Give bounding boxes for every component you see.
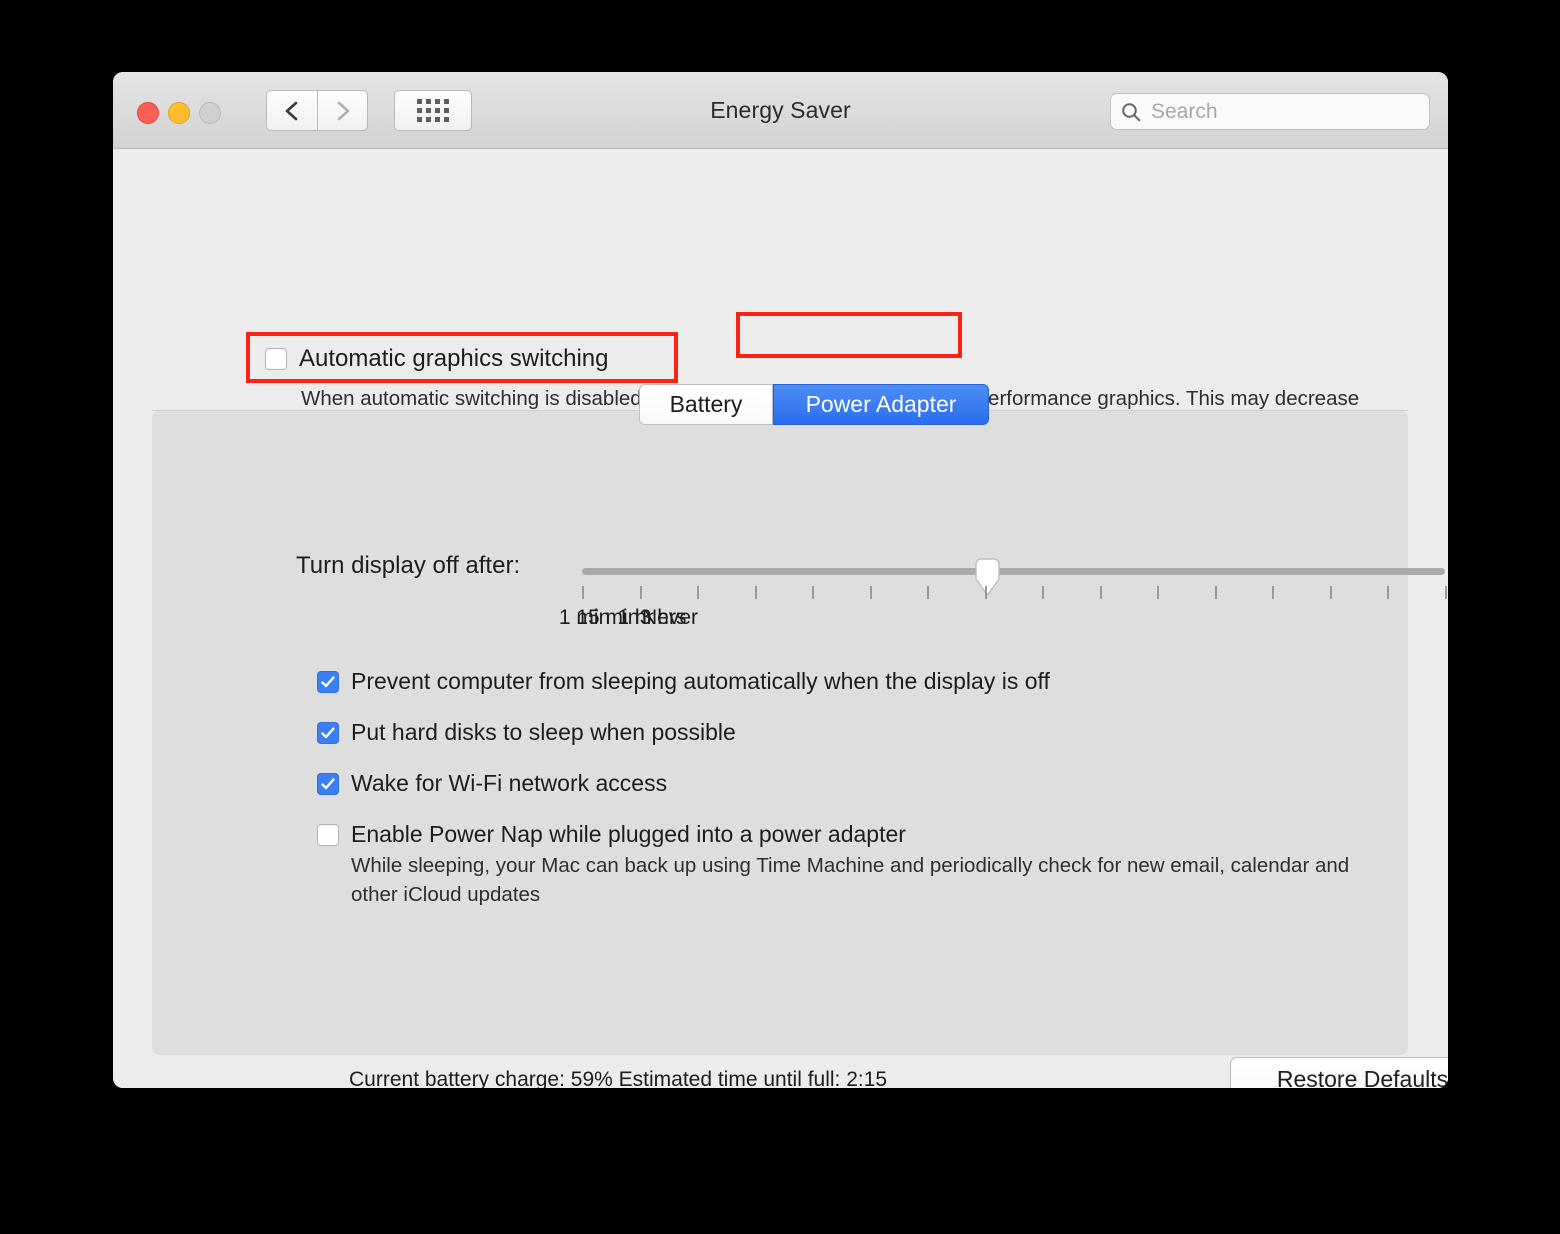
power-settings-panel: Battery Power Adapter Turn display off a… xyxy=(152,410,1408,1055)
battery-status-text: Current battery charge: 59% Estimated ti… xyxy=(349,1068,887,1088)
checkmark-icon xyxy=(320,674,336,690)
option-row[interactable]: Enable Power Nap while plugged into a po… xyxy=(317,821,1050,848)
option-row[interactable]: Put hard disks to sleep when possible xyxy=(317,719,1050,746)
slider-tick xyxy=(697,586,699,599)
search-input[interactable] xyxy=(1149,99,1403,125)
option-checkbox[interactable] xyxy=(317,722,339,744)
option-label: Prevent computer from sleeping automatic… xyxy=(351,668,1050,695)
power-options-list: Prevent computer from sleeping automatic… xyxy=(317,668,1050,872)
preference-body: Automatic graphics switching When automa… xyxy=(113,149,1448,1088)
tab-power-adapter[interactable]: Power Adapter xyxy=(773,384,989,425)
search-field[interactable] xyxy=(1110,93,1430,130)
window-titlebar: Energy Saver xyxy=(113,72,1448,149)
display-sleep-slider-track[interactable] xyxy=(582,568,1445,575)
power-nap-description: While sleeping, your Mac can back up usi… xyxy=(351,851,1381,909)
option-label: Enable Power Nap while plugged into a po… xyxy=(351,821,906,848)
slider-tick xyxy=(1157,586,1159,599)
slider-tick-marks xyxy=(582,586,1445,599)
option-row[interactable]: Wake for Wi-Fi network access xyxy=(317,770,1050,797)
slider-tick xyxy=(755,586,757,599)
tab-power-adapter-label: Power Adapter xyxy=(806,391,957,418)
slider-tick xyxy=(1445,586,1447,599)
display-sleep-slider-label: Turn display off after: xyxy=(296,552,520,580)
slider-tick xyxy=(1215,586,1217,599)
energy-saver-window: Energy Saver Automatic graphics switchin… xyxy=(113,72,1448,1088)
slider-tick xyxy=(927,586,929,599)
option-label: Put hard disks to sleep when possible xyxy=(351,719,736,746)
slider-tick-label: Never xyxy=(642,606,698,630)
slider-tick xyxy=(1272,586,1274,599)
option-row[interactable]: Prevent computer from sleeping automatic… xyxy=(317,668,1050,695)
search-icon xyxy=(1120,101,1142,123)
power-source-tabs[interactable]: Battery Power Adapter xyxy=(639,384,989,425)
restore-defaults-label: Restore Defaults xyxy=(1277,1066,1448,1088)
automatic-graphics-switching-row[interactable]: Automatic graphics switching xyxy=(265,345,608,373)
option-checkbox[interactable] xyxy=(317,773,339,795)
checkmark-icon xyxy=(320,776,336,792)
option-checkbox[interactable] xyxy=(317,824,339,846)
automatic-graphics-switching-label: Automatic graphics switching xyxy=(299,345,608,373)
option-checkbox[interactable] xyxy=(317,671,339,693)
slider-tick xyxy=(582,586,584,599)
slider-tick xyxy=(985,586,987,599)
slider-tick xyxy=(1387,586,1389,599)
slider-tick xyxy=(1330,586,1332,599)
tab-battery-label: Battery xyxy=(670,391,743,418)
tab-battery[interactable]: Battery xyxy=(639,384,773,425)
restore-defaults-button[interactable]: Restore Defaults xyxy=(1230,1057,1448,1088)
option-label: Wake for Wi-Fi network access xyxy=(351,770,667,797)
slider-tick xyxy=(870,586,872,599)
slider-tick-labels: 1 min15 min1 hr3 hrsNever xyxy=(532,606,1448,636)
slider-tick xyxy=(1042,586,1044,599)
checkmark-icon xyxy=(320,725,336,741)
slider-tick xyxy=(812,586,814,599)
slider-tick xyxy=(1100,586,1102,599)
slider-tick xyxy=(640,586,642,599)
automatic-graphics-switching-checkbox[interactable] xyxy=(265,348,287,370)
